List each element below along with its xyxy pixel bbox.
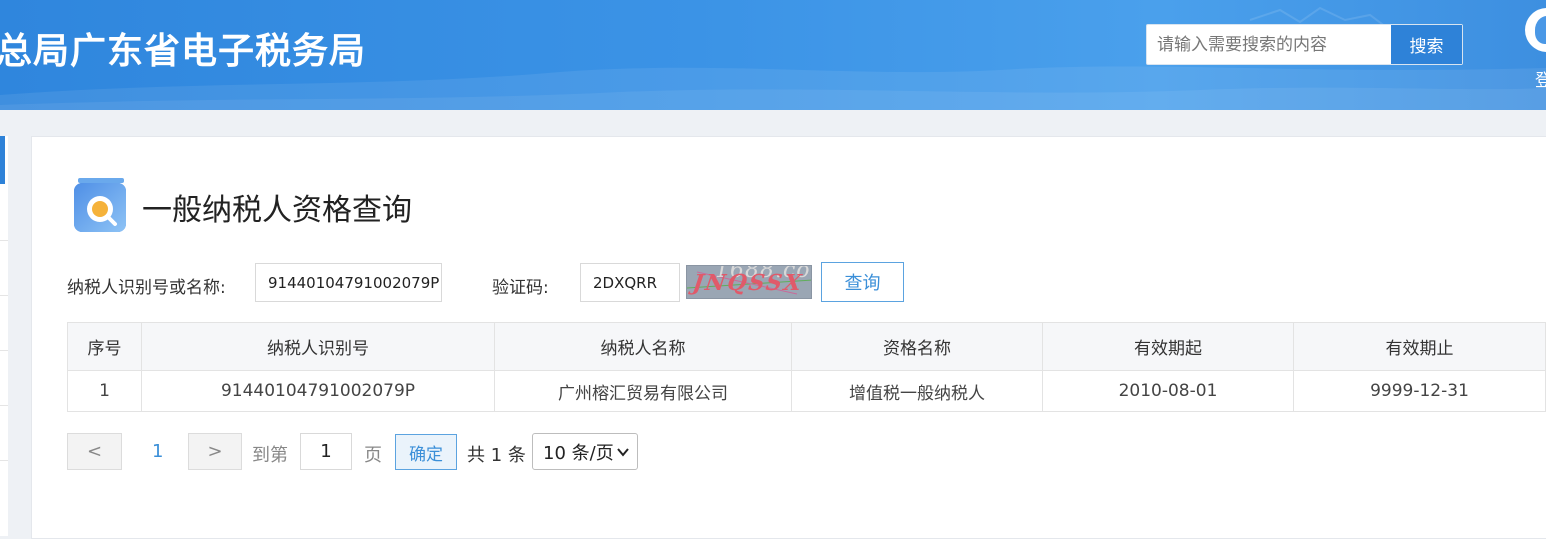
- page-number-current[interactable]: 1: [152, 441, 163, 462]
- user-silhouette-icon: [1535, 16, 1546, 44]
- page-size-value: 10 条/页: [543, 442, 614, 464]
- chevron-left-icon: <: [86, 441, 103, 462]
- sidebar-active-indicator: [0, 136, 5, 184]
- chevron-down-icon: [617, 448, 629, 457]
- table-row: 1 91440104791002079P 广州榕汇贸易有限公司 增值税一般纳税人…: [67, 370, 1546, 412]
- search-box: 搜索: [1146, 24, 1463, 65]
- page-unit-label: 页: [364, 445, 382, 466]
- column-header: 资格名称: [791, 322, 1043, 371]
- page-size-select[interactable]: 10 条/页: [532, 433, 638, 470]
- total-count: 共 1 条: [467, 445, 526, 466]
- captcha-image[interactable]: 1688.com JNQSSX: [686, 265, 812, 299]
- results-table: 序号 纳税人识别号 纳税人名称 资格名称 有效期起 有效期止 1 9144010…: [67, 322, 1546, 412]
- taxpayer-id-input[interactable]: 91440104791002079P: [255, 263, 442, 302]
- search-input[interactable]: [1147, 25, 1390, 64]
- column-header: 有效期止: [1293, 322, 1546, 371]
- chevron-right-icon: >: [207, 441, 223, 462]
- sidebar-divider: [0, 350, 8, 351]
- search-document-icon: [74, 178, 126, 232]
- login-link[interactable]: 登: [1535, 66, 1546, 91]
- table-cell: 9999-12-31: [1293, 370, 1546, 412]
- sidebar-divider: [0, 295, 8, 296]
- table-cell: 广州榕汇贸易有限公司: [494, 370, 792, 412]
- goto-confirm-button[interactable]: 确定: [395, 434, 457, 470]
- site-title: 总局广东省电子税务局: [0, 31, 367, 72]
- sidebar-edge: [0, 136, 8, 536]
- column-header: 序号: [67, 322, 142, 371]
- goto-page-input[interactable]: 1: [300, 433, 352, 470]
- goto-label: 到第: [252, 445, 288, 466]
- sidebar-divider: [0, 460, 8, 461]
- main-panel: 一般纳税人资格查询 纳税人识别号或名称: 91440104791002079P …: [31, 136, 1546, 539]
- captcha-input[interactable]: 2DXQRR: [580, 263, 680, 302]
- table-cell: 1: [67, 370, 142, 412]
- query-button[interactable]: 查询: [821, 262, 904, 302]
- taxpayer-label: 纳税人识别号或名称:: [67, 278, 226, 298]
- sidebar-divider: [0, 240, 8, 241]
- table-cell: 增值税一般纳税人: [791, 370, 1043, 412]
- next-page-button[interactable]: >: [188, 433, 242, 470]
- table-header-row: 序号 纳税人识别号 纳税人名称 资格名称 有效期起 有效期止: [67, 322, 1546, 371]
- column-header: 纳税人识别号: [141, 322, 495, 371]
- header-banner: 总局广东省电子税务局 搜索 登: [0, 0, 1546, 110]
- column-header: 有效期起: [1042, 322, 1294, 371]
- captcha-label: 验证码:: [492, 278, 549, 298]
- search-button[interactable]: 搜索: [1390, 25, 1462, 64]
- page-title: 一般纳税人资格查询: [142, 193, 412, 228]
- table-cell: 2010-08-01: [1042, 370, 1294, 412]
- table-cell: 91440104791002079P: [141, 370, 495, 412]
- column-header: 纳税人名称: [494, 322, 792, 371]
- prev-page-button[interactable]: <: [67, 433, 122, 470]
- captcha-text: JNQSSX: [691, 270, 805, 296]
- sidebar-divider: [0, 405, 8, 406]
